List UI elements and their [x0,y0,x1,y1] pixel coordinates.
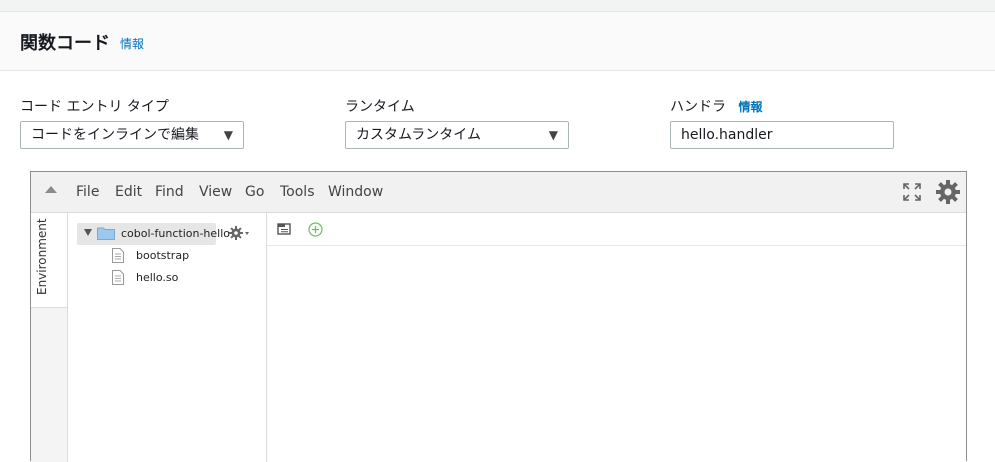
runtime-label: ランタイム [345,99,415,115]
cloud9-editor: File Edit Find View Go Tools Window Envi… [30,171,967,462]
file-icon [112,248,124,263]
fullscreen-icon[interactable] [903,183,921,201]
menu-find[interactable]: Find [155,184,184,200]
top-strip [0,0,995,12]
collapse-menu-icon[interactable] [45,186,57,193]
menu-go[interactable]: Go [245,184,264,200]
handler-label: ハンドラ [670,99,726,115]
file-label: bootstrap [136,249,190,262]
code-entry-type-select[interactable]: コードをインラインで編集 ▼ [20,121,244,149]
info-link[interactable]: 情報 [120,35,144,52]
page-title: 関数コード [20,33,110,54]
file-icon [112,270,124,285]
handler-info-link[interactable]: 情報 [738,100,762,114]
plus-circle-icon[interactable] [308,222,323,237]
chevron-down-icon: ▼ [548,128,558,142]
gear-icon[interactable] [935,179,961,205]
menu-file[interactable]: File [76,184,99,200]
handler-input[interactable]: hello.handler [670,121,894,149]
editor-pane[interactable] [267,213,966,462]
menu-window[interactable]: Window [328,184,383,200]
code-entry-type-label: コード エントリ タイプ [20,99,169,115]
menu-view[interactable]: View [199,184,232,200]
handler-label-row: ハンドラ 情報 [670,96,762,116]
ide-menubar: File Edit Find View Go Tools Window [31,172,966,213]
file-label: hello.so [136,271,179,284]
handler-value: hello.handler [681,127,773,143]
tree-settings-gear-icon[interactable] [228,225,250,241]
environment-sidebar: Environment [31,213,68,462]
menu-tools[interactable]: Tools [280,184,315,200]
tabs-list-icon[interactable] [277,223,291,235]
environment-tab-label: Environment [35,218,49,295]
folder-icon [97,227,115,240]
section-header: 関数コード 情報 [0,12,995,71]
runtime-value: カスタムランタイム [356,127,482,143]
file-tree: cobol-function-hello bootstrap hello.so [68,213,267,462]
chevron-down-icon: ▼ [223,128,233,142]
menu-edit[interactable]: Edit [115,184,142,200]
editor-tab-bar [267,213,966,246]
tab-environment[interactable]: Environment [31,213,67,308]
expand-arrow-icon[interactable] [84,229,92,236]
runtime-select[interactable]: カスタムランタイム ▼ [345,121,569,149]
tree-root-label: cobol-function-hello [121,227,231,240]
code-entry-type-value: コードをインラインで編集 [31,127,199,143]
tree-root-folder[interactable]: cobol-function-hello [77,223,230,245]
